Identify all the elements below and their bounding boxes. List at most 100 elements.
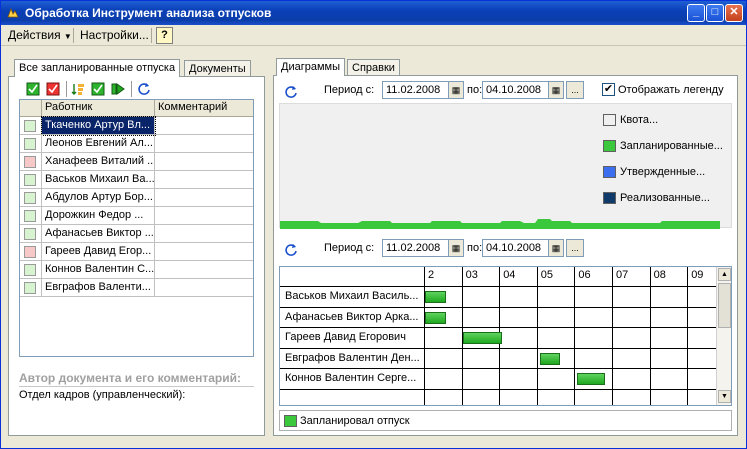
gantt-cell xyxy=(650,328,689,349)
menu-actions[interactable]: Действия ▼ xyxy=(8,28,72,42)
gantt-vacation-bar[interactable] xyxy=(425,291,446,303)
scroll-thumb[interactable] xyxy=(718,283,731,328)
tab-documents[interactable]: Документы xyxy=(184,60,251,77)
employee-name[interactable]: Дорожкин Федор ... xyxy=(42,207,155,225)
employee-name[interactable]: Ткаченко Артур Вл... xyxy=(41,116,156,136)
toolbar-separator xyxy=(131,81,132,97)
gantt-cell xyxy=(537,287,576,308)
employee-name[interactable]: Васьков Михаил Ва... xyxy=(42,171,155,189)
scroll-down-icon[interactable]: ▼ xyxy=(718,390,731,403)
employee-comment[interactable] xyxy=(155,135,253,153)
gantt-cell xyxy=(650,307,689,328)
calendar-icon[interactable]: ▦ xyxy=(448,81,464,99)
row-status-cell xyxy=(20,279,42,297)
table-row[interactable]: Афанасьев Виктор ... xyxy=(20,225,253,243)
menu-settings[interactable]: Настройки... xyxy=(80,28,149,42)
calendar-icon[interactable]: ▦ xyxy=(548,81,564,99)
legend-swatch-quota xyxy=(603,114,616,126)
table-row[interactable]: Леонов Евгений Ал... xyxy=(20,135,253,153)
employee-comment[interactable] xyxy=(155,189,253,207)
table-header-comment[interactable]: Комментарий xyxy=(155,100,253,117)
maximize-button[interactable]: □ xyxy=(706,4,724,22)
gantt-row-name[interactable]: Афанасьев Виктор Арка... xyxy=(280,307,425,328)
gantt-cell xyxy=(537,369,576,390)
employee-name[interactable]: Ханафеев Виталий ... xyxy=(42,153,155,171)
calendar-icon[interactable]: ▦ xyxy=(548,239,564,257)
tab-diagrams[interactable]: Диаграммы xyxy=(276,58,345,76)
refresh-icon[interactable] xyxy=(137,82,151,96)
employee-comment[interactable] xyxy=(155,207,253,225)
vertical-scrollbar[interactable]: ▲ ▼ xyxy=(716,267,731,405)
gantt-legend: Запланировал отпуск xyxy=(279,410,732,431)
employee-table[interactable]: Работник Комментарий Ткаченко Артур Вл..… xyxy=(19,99,254,357)
status-marker xyxy=(24,192,36,204)
employee-name[interactable]: Абдулов Артур Бор... xyxy=(42,189,155,207)
gantt-chart[interactable]: 2 03 04 05 06 07 08 09 Васьков Михаил Василь... А… xyxy=(279,266,732,406)
tab-all-planned-vacations[interactable]: Все запланированные отпуска xyxy=(14,59,181,77)
employee-comment[interactable] xyxy=(155,153,253,171)
gantt-row-name[interactable]: Евграфов Валентин Ден... xyxy=(280,348,425,369)
gantt-row-name[interactable]: Васьков Михаил Василь... xyxy=(280,287,425,308)
table-row[interactable]: Коннов Валентин С... xyxy=(20,261,253,279)
employee-comment[interactable] xyxy=(155,279,253,297)
close-button[interactable]: ✕ xyxy=(725,4,743,22)
gantt-cell xyxy=(500,369,538,390)
employee-comment[interactable] xyxy=(155,243,253,261)
refresh-icon[interactable] xyxy=(284,243,298,257)
gantt-cell xyxy=(500,287,538,308)
gantt-cell xyxy=(575,307,613,328)
gantt-vacation-bar[interactable] xyxy=(462,332,503,344)
table-row[interactable]: Ханафеев Виталий ... xyxy=(20,153,253,171)
period-to-label: по: xyxy=(467,84,483,96)
employee-name[interactable]: Леонов Евгений Ал... xyxy=(42,135,155,153)
employee-name[interactable]: Евграфов Валенти... xyxy=(42,279,155,297)
table-row[interactable]: Абдулов Артур Бор... xyxy=(20,189,253,207)
approve-icon[interactable] xyxy=(91,82,105,96)
show-legend-checkbox[interactable]: ✔ xyxy=(602,83,615,96)
period-from-field[interactable]: 11.02.2008 xyxy=(382,239,450,257)
gantt-row-name[interactable]: Коннов Валентин Серге... xyxy=(280,369,425,390)
period-from-field[interactable]: 11.02.2008 xyxy=(382,81,450,99)
gantt-cell xyxy=(462,348,501,369)
employee-comment[interactable] xyxy=(155,171,253,189)
calendar-icon[interactable]: ▦ xyxy=(448,239,464,257)
table-header-employee[interactable]: Работник xyxy=(42,100,155,117)
run-icon[interactable] xyxy=(111,82,125,96)
table-row[interactable]: Евграфов Валенти... xyxy=(20,279,253,297)
period-to-field[interactable]: 04.10.2008 xyxy=(482,239,550,257)
uncheck-all-icon[interactable] xyxy=(46,82,60,96)
row-status-cell xyxy=(20,135,42,153)
gantt-cell xyxy=(425,389,463,405)
tab-references[interactable]: Справки xyxy=(347,59,400,76)
employee-comment[interactable] xyxy=(155,225,253,243)
gantt-name-header xyxy=(280,267,425,287)
employee-comment[interactable] xyxy=(155,261,253,279)
gantt-vacation-bar[interactable] xyxy=(425,311,446,324)
gantt-cell xyxy=(425,328,463,349)
table-row[interactable]: Гареев Давид Егор... xyxy=(20,243,253,261)
minimize-button[interactable]: _ xyxy=(687,4,705,22)
gantt-vacation-bar[interactable] xyxy=(539,352,561,365)
scroll-up-icon[interactable]: ▲ xyxy=(718,268,731,281)
employee-comment[interactable] xyxy=(155,117,253,135)
employee-name[interactable]: Афанасьев Виктор ... xyxy=(42,225,155,243)
legend-approved: Утвержденные... xyxy=(620,166,706,178)
sort-icon[interactable] xyxy=(71,82,85,96)
period-select-button[interactable]: ... xyxy=(566,239,584,257)
table-row[interactable]: Ткаченко Артур Вл... xyxy=(20,116,253,136)
title-bar[interactable]: Обработка Инструмент анализа отпусков _ … xyxy=(1,1,746,25)
row-status-cell xyxy=(20,261,42,279)
check-all-icon[interactable] xyxy=(26,82,40,96)
status-marker xyxy=(24,246,36,258)
period-select-button[interactable]: ... xyxy=(566,81,584,99)
gantt-row-name[interactable] xyxy=(280,389,425,405)
refresh-icon[interactable] xyxy=(284,85,298,99)
gantt-vacation-bar[interactable] xyxy=(577,373,606,385)
employee-name[interactable]: Коннов Валентин С... xyxy=(42,261,155,279)
period-to-field[interactable]: 04.10.2008 xyxy=(482,81,550,99)
employee-name[interactable]: Гареев Давид Егор... xyxy=(42,243,155,261)
table-row[interactable]: Васьков Михаил Ва... xyxy=(20,171,253,189)
table-row[interactable]: Дорожкин Федор ... xyxy=(20,207,253,225)
help-button[interactable]: ? xyxy=(156,27,173,44)
gantt-row-name[interactable]: Гареев Давид Егорович xyxy=(280,328,425,349)
